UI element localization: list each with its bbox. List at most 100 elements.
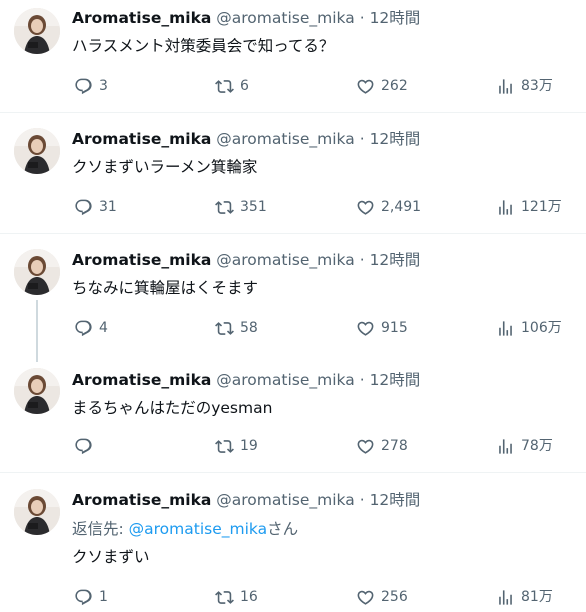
retweet-button[interactable]: 19 [215,436,258,456]
views-icon [496,77,515,96]
reply-count: 31 [99,199,117,215]
reply-count: 3 [99,78,108,94]
heart-icon [356,77,375,96]
reply-button[interactable]: 3 [74,76,108,96]
timestamp[interactable]: 12時間 [370,9,421,27]
heart-icon [356,437,375,456]
heart-icon [356,198,375,217]
avatar[interactable] [14,368,60,414]
view-count: 78万 [521,438,553,454]
tweet-divider [0,112,586,113]
views-icon [496,319,515,338]
replying-prefix: 返信先: [72,520,129,538]
retweet-count: 6 [240,78,249,94]
retweet-icon [215,319,234,338]
retweet-count: 58 [240,320,258,336]
retweet-count: 16 [240,589,258,605]
reply-count: 4 [99,320,108,336]
views-icon [496,198,515,217]
views-icon [496,588,515,607]
tweet-header: Aromatise_mika @aromatise_mika · 12時間 [72,128,420,150]
like-button[interactable]: 2,491 [356,197,421,217]
retweet-button[interactable]: 351 [215,197,267,217]
views-button[interactable]: 83万 [496,76,553,96]
like-count: 278 [381,438,408,454]
display-name[interactable]: Aromatise_mika [72,9,211,27]
views-icon [496,437,515,456]
reply-icon [74,198,93,217]
tweet-header: Aromatise_mika @aromatise_mika · 12時間 [72,369,420,391]
retweet-count: 19 [240,438,258,454]
tweet-text: クソまずいラーメン箕輪家 [72,158,258,176]
handle[interactable]: @aromatise_mika [216,251,354,269]
heart-icon [356,588,375,607]
reply-icon [74,437,93,456]
handle[interactable]: @aromatise_mika [216,491,354,509]
retweet-count: 351 [240,199,267,215]
tweet-text: まるちゃんはただのyesman [72,399,273,417]
separator: · [359,371,365,389]
retweet-icon [215,437,234,456]
avatar[interactable] [14,8,60,54]
avatar[interactable] [14,128,60,174]
retweet-button[interactable]: 16 [215,587,258,607]
retweet-button[interactable]: 6 [215,76,249,96]
avatar[interactable] [14,489,60,535]
reply-button[interactable]: 1 [74,587,108,607]
tweet-header: Aromatise_mika @aromatise_mika · 12時間 [72,7,420,29]
like-button[interactable]: 915 [356,318,408,338]
reply-icon [74,588,93,607]
handle[interactable]: @aromatise_mika [216,9,354,27]
separator: · [359,130,365,148]
replying-mention-link[interactable]: @aromatise_mika [129,520,267,538]
tweet-divider [0,472,586,473]
views-button[interactable]: 106万 [496,318,562,338]
tweet-text: ハラスメント対策委員会で知ってる？ [72,37,335,55]
display-name[interactable]: Aromatise_mika [72,491,211,509]
like-button[interactable]: 278 [356,436,408,456]
tweet-header: Aromatise_mika @aromatise_mika · 12時間 [72,489,420,511]
like-count: 915 [381,320,408,336]
handle[interactable]: @aromatise_mika [216,371,354,389]
retweet-icon [215,198,234,217]
views-button[interactable]: 81万 [496,587,553,607]
reply-button[interactable] [74,436,99,456]
reply-count: 1 [99,589,108,605]
display-name[interactable]: Aromatise_mika [72,130,211,148]
view-count: 83万 [521,78,553,94]
reply-icon [74,77,93,96]
like-button[interactable]: 256 [356,587,408,607]
timestamp[interactable]: 12時間 [370,251,421,269]
replying-suffix: さん [267,520,299,538]
like-count: 2,491 [381,199,422,215]
reply-button[interactable]: 31 [74,197,117,217]
view-count: 121万 [521,199,562,215]
views-button[interactable]: 121万 [496,197,562,217]
retweet-icon [215,588,234,607]
view-count: 106万 [521,320,562,336]
tweet-header: Aromatise_mika @aromatise_mika · 12時間 [72,249,420,271]
reply-icon [74,319,93,338]
reply-button[interactable]: 4 [74,318,108,338]
timestamp[interactable]: 12時間 [370,491,421,509]
like-count: 256 [381,589,408,605]
separator: · [359,491,365,509]
tweet-text: ちなみに箕輪屋はくそます [72,279,259,297]
like-button[interactable]: 262 [356,76,408,96]
views-button[interactable]: 78万 [496,436,553,456]
view-count: 81万 [521,589,553,605]
separator: · [359,9,365,27]
timestamp[interactable]: 12時間 [370,371,421,389]
retweet-button[interactable]: 58 [215,318,258,338]
timestamp[interactable]: 12時間 [370,130,421,148]
retweet-icon [215,77,234,96]
avatar[interactable] [14,249,60,295]
replying-to: 返信先: @aromatise_mikaさん [72,518,298,540]
heart-icon [356,319,375,338]
separator: · [359,251,365,269]
tweet-text: クソまずい [72,548,150,566]
display-name[interactable]: Aromatise_mika [72,251,211,269]
thread-connector [36,300,38,362]
handle[interactable]: @aromatise_mika [216,130,354,148]
display-name[interactable]: Aromatise_mika [72,371,211,389]
